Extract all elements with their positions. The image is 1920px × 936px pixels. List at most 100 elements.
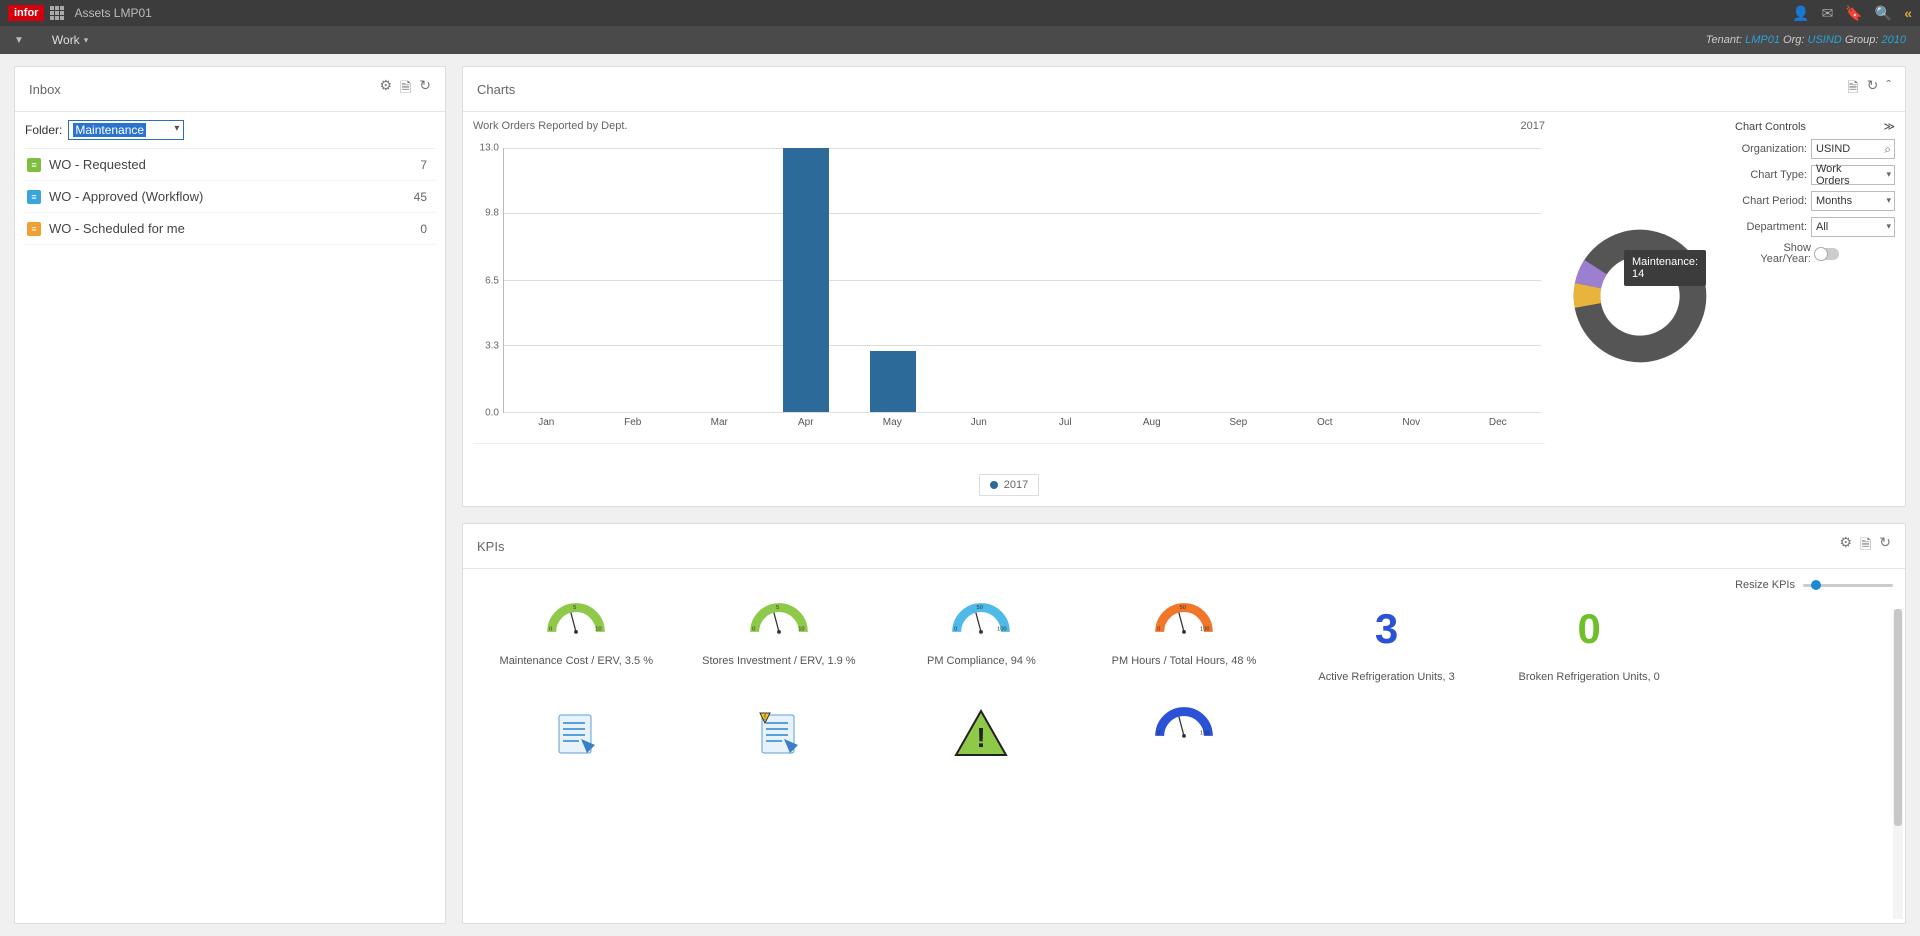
app-title: Assets LMP01 [74,6,151,20]
gauge-icon: 0 50 100 [1144,605,1224,637]
chart-bar[interactable] [783,148,829,412]
ctrl-org-input[interactable]: USIND [1811,139,1895,159]
gear-icon[interactable]: ⚙ [379,77,392,101]
document-icon: ! [754,709,804,759]
x-tick-label: Dec [1489,417,1507,428]
kpi-cell[interactable]: 0 5 10 Stores Investment / ERV, 1.9 % [678,601,881,697]
mail-icon[interactable]: ✉ [1822,5,1834,22]
chart-legend[interactable]: 2017 [979,474,1039,496]
kpi-cell[interactable]: 0 50 100 PM Hours / Total Hours, 48 % [1083,601,1286,697]
folder-label: Folder: [25,123,62,137]
apps-grid-icon[interactable] [50,6,64,20]
ctrl-period-label: Chart Period: [1735,195,1807,207]
svg-text:!: ! [977,722,986,753]
tenant-link[interactable]: LMP01 [1745,34,1780,46]
folder-select[interactable]: Maintenance [68,120,184,140]
kpi-label: Broken Refrigeration Units, 0 [1492,671,1687,683]
collapse-icon[interactable]: ˆ [1886,77,1891,101]
ctrl-dept-select[interactable]: All [1811,217,1895,237]
kpi-label: Maintenance Cost / ERV, 3.5 % [479,655,674,667]
kpi-cell[interactable]: 0 5 10 Maintenance Cost / ERV, 3.5 % [475,601,678,697]
x-tick-label: Aug [1143,417,1161,428]
kpi-cell[interactable]: 0Broken Refrigeration Units, 0 [1488,601,1691,697]
menu-work[interactable]: Work ▾ [52,33,88,47]
kpi-label: PM Hours / Total Hours, 48 % [1087,655,1282,667]
svg-text:5: 5 [573,605,576,611]
x-tick-label: Mar [711,417,728,428]
x-tick-label: Jan [538,417,554,428]
inbox-item-count: 7 [420,158,433,172]
ctrl-yoy-toggle[interactable] [1815,248,1839,260]
kpi-label: Active Refrigeration Units, 3 [1289,671,1484,683]
chart-year: 2017 [1521,120,1545,132]
kpis-title: KPIs [477,539,504,554]
kpi-cell[interactable]: 3Active Refrigeration Units, 3 [1285,601,1488,697]
kpi-cell[interactable]: ! [678,705,881,773]
kpi-cell[interactable]: 0 50 100 PM Compliance, 94 % [880,601,1083,697]
kpi-scrollbar[interactable] [1893,609,1903,919]
svg-text:0: 0 [1157,627,1160,633]
x-tick-label: Jul [1059,417,1072,428]
charts-panel: Charts 🗎 ↻ ˆ Work Orders Reported by Dep… [462,66,1906,507]
expand-icon[interactable]: ≫ [1883,120,1895,133]
ctrl-dept-label: Department: [1735,221,1807,233]
y-tick-label: 13.0 [480,143,499,154]
inbox-item[interactable]: ≡ WO - Approved (Workflow) 45 [25,181,435,213]
toolbar-menu-toggle[interactable]: ▼ [14,35,24,46]
gauge-icon: 0 100 [1144,709,1224,741]
inbox-item-label: WO - Approved (Workflow) [49,189,203,204]
group-link[interactable]: 2010 [1882,34,1906,46]
svg-text:100: 100 [997,627,1007,633]
inbox-title: Inbox [29,82,61,97]
svg-text:0: 0 [752,627,755,633]
inbox-item-count: 45 [414,190,433,204]
save-icon[interactable]: 🗎 [1847,77,1858,101]
brand-badge: infor [8,5,44,21]
refresh-icon[interactable]: ↻ [1867,77,1879,101]
ctrl-period-select[interactable]: Months [1811,191,1895,211]
collapse-right-icon[interactable]: « [1904,5,1912,21]
inbox-panel: Inbox ⚙ 🗎 ↻ Folder: Maintenance ≡ WO - R… [14,66,446,924]
charts-title: Charts [477,82,515,97]
refresh-icon[interactable]: ↻ [419,77,431,101]
refresh-icon[interactable]: ↻ [1879,534,1891,558]
save-icon[interactable]: 🗎 [1860,534,1871,558]
donut-tooltip: Maintenance: 14 [1624,250,1706,286]
y-tick-label: 3.3 [485,340,499,351]
user-icon[interactable]: 👤 [1792,5,1809,22]
legend-dot-icon [990,481,998,489]
inbox-item[interactable]: ≡ WO - Requested 7 [25,149,435,181]
chart-controls: Chart Controls ≫ Organization: USIND Cha… [1735,116,1895,496]
ctrl-type-select[interactable]: Work Orders [1811,165,1895,185]
gear-icon[interactable]: ⚙ [1839,534,1852,558]
inbox-item-label: WO - Scheduled for me [49,221,185,236]
svg-text:0: 0 [549,627,552,633]
chart-subtitle: Work Orders Reported by Dept. [473,120,1545,132]
x-tick-label: Nov [1402,417,1420,428]
inbox-item[interactable]: ≡ WO - Scheduled for me 0 [25,213,435,245]
gauge-icon: 0 50 100 [941,605,1021,637]
donut-chart: Maintenance: 14 [1570,226,1710,366]
y-tick-label: 6.5 [485,275,499,286]
kpi-cell[interactable]: 0 100 [1083,705,1286,773]
kpi-cell[interactable]: ! [880,705,1083,773]
save-icon[interactable]: 🗎 [400,77,411,101]
svg-text:!: ! [764,713,766,722]
chevron-down-icon: ▾ [84,35,89,46]
kpi-cell[interactable] [475,705,678,773]
gauge-icon: 0 5 10 [536,605,616,637]
x-tick-label: Jun [971,417,987,428]
svg-text:100: 100 [1200,731,1210,737]
org-link[interactable]: USIND [1808,34,1842,46]
x-tick-label: Sep [1229,417,1247,428]
resize-slider[interactable] [1803,584,1893,587]
legend-label: 2017 [1004,479,1028,491]
item-type-icon: ≡ [27,190,41,204]
folder-value: Maintenance [73,123,146,137]
search-icon[interactable]: 🔍 [1875,5,1892,22]
chart-bar[interactable] [870,351,916,412]
chart-controls-title: Chart Controls [1735,121,1806,133]
bookmark-icon[interactable]: 🔖 [1845,5,1862,22]
ctrl-org-label: Organization: [1735,143,1807,155]
y-tick-label: 9.8 [485,208,499,219]
